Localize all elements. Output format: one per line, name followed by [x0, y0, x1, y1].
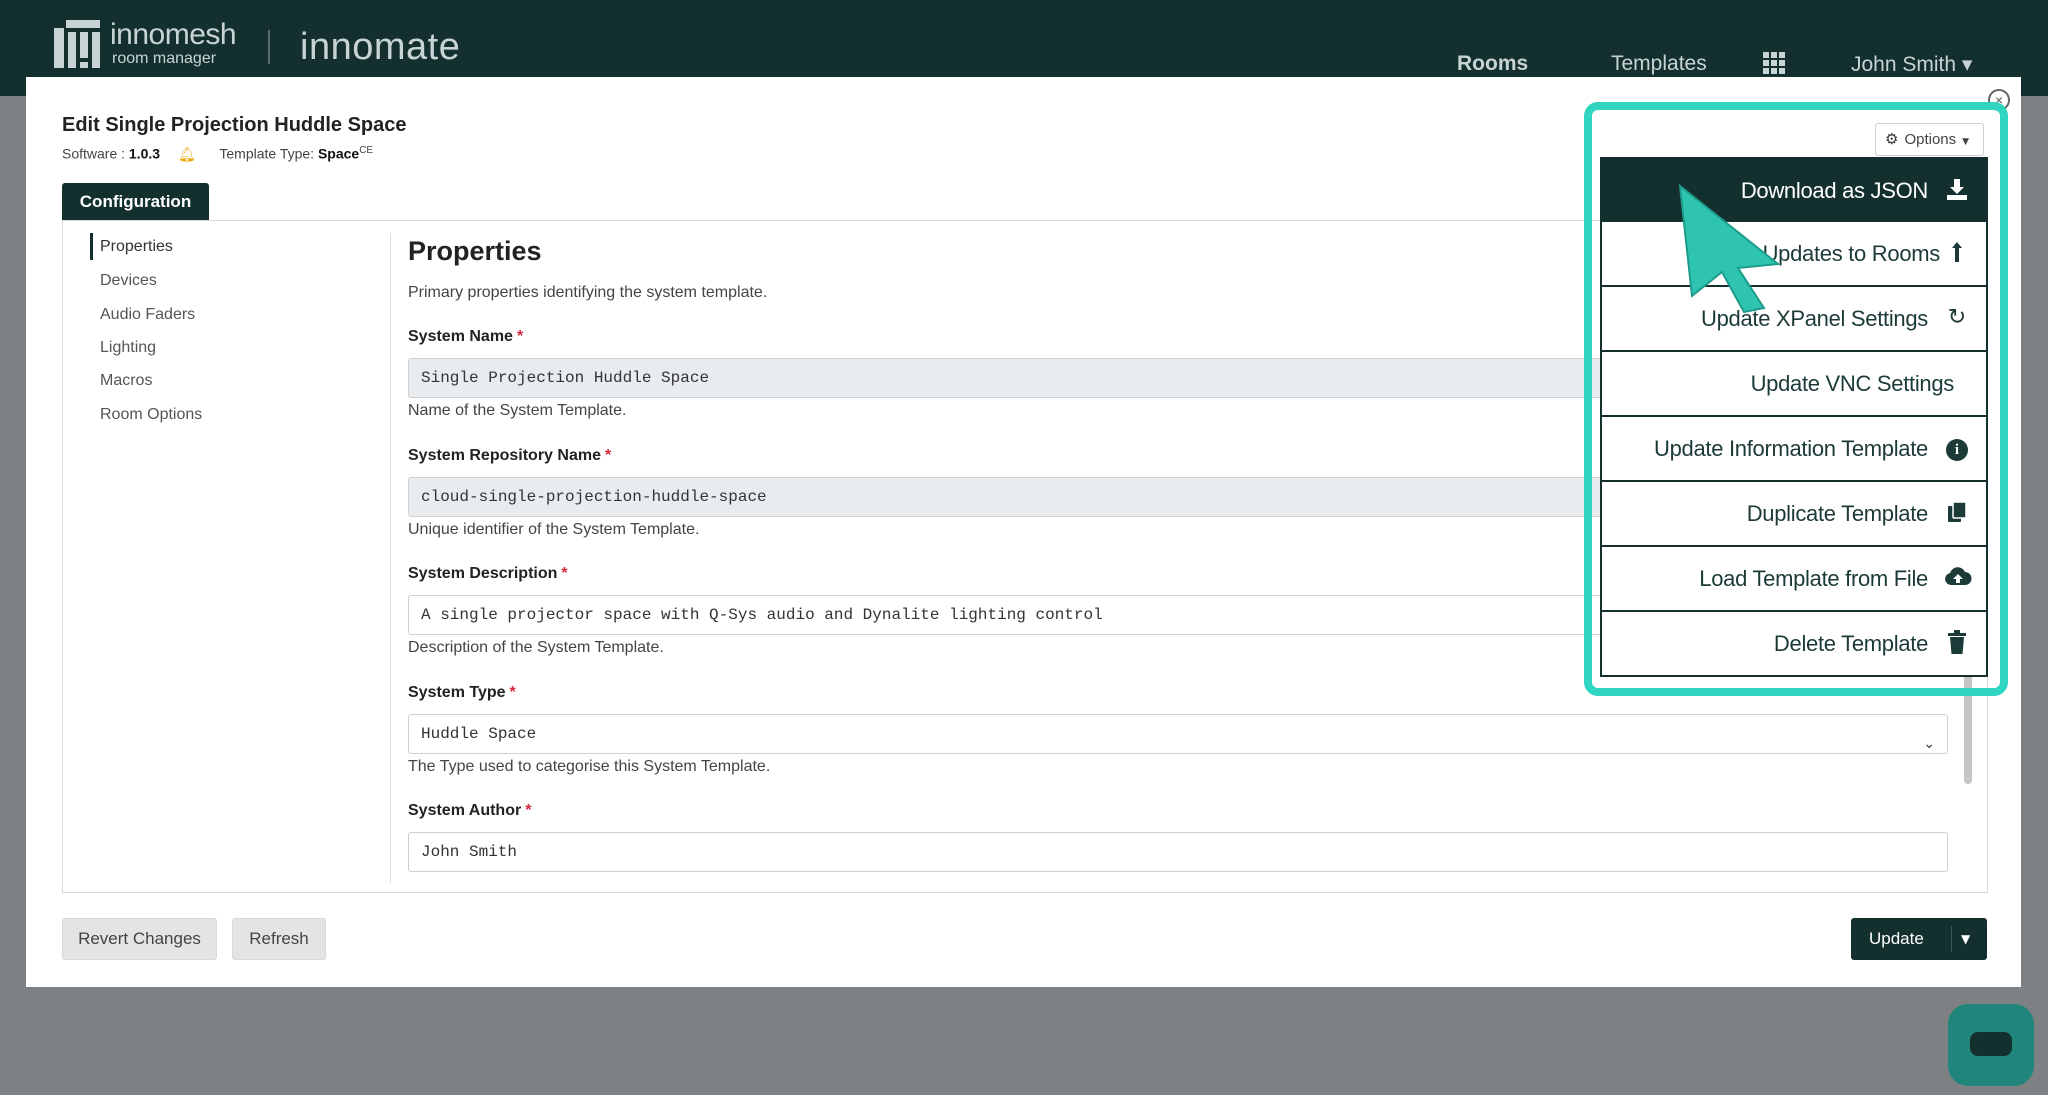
brand-name: innomesh — [110, 18, 237, 51]
repository-name-help: Unique identifier of the System Template… — [408, 521, 700, 538]
software-version: 1.0.3 — [128, 145, 161, 162]
brand-subtitle: room manager — [112, 50, 217, 67]
template-type-edition: CE — [359, 145, 374, 156]
system-type-select[interactable]: Huddle Space ⌄ — [408, 714, 1948, 754]
system-name-help: Name of the System Template. — [408, 402, 627, 419]
product-name: innomate — [300, 26, 461, 68]
system-author-field[interactable]: John Smith — [408, 832, 1948, 872]
apps-grid-icon[interactable] — [1763, 52, 1787, 74]
sidenav-divider — [390, 233, 391, 883]
revert-changes-button[interactable]: Revert Changes — [62, 918, 217, 960]
system-author-label: System Author * — [408, 802, 532, 819]
template-type-label: Template Type: — [219, 145, 315, 162]
sidebar-item-lighting[interactable]: Lighting — [100, 339, 156, 357]
nav-rooms[interactable]: Rooms — [1457, 52, 1528, 76]
system-type-label: System Type * — [408, 684, 516, 701]
update-split-divider — [1951, 926, 1952, 952]
innomesh-logo-mark-icon — [54, 20, 100, 68]
system-type-help: The Type used to categorise this System … — [408, 758, 771, 775]
update-button[interactable]: Update ▼ — [1851, 918, 1987, 960]
tab-configuration[interactable]: Configuration — [62, 183, 209, 221]
repository-name-label: System Repository Name * — [408, 447, 612, 464]
highlight-frame — [1584, 102, 2008, 696]
system-type-value: Huddle Space — [421, 725, 537, 743]
refresh-button[interactable]: Refresh — [232, 918, 326, 960]
sidebar-item-devices[interactable]: Devices — [100, 272, 157, 290]
innomesh-logo[interactable]: innomesh room manager — [54, 18, 237, 68]
chevron-down-icon: ⌄ — [1923, 736, 1935, 752]
chat-bubble-icon — [1970, 1032, 2012, 1056]
system-name-label: System Name * — [408, 328, 524, 345]
chat-button[interactable] — [1948, 1004, 2034, 1086]
sidebar-item-room-options[interactable]: Room Options — [100, 406, 202, 424]
system-description-label: System Description * — [408, 565, 568, 582]
sidebar-item-audio-faders[interactable]: Audio Faders — [100, 306, 195, 324]
update-dropdown-caret-icon[interactable]: ▼ — [1961, 918, 1970, 960]
section-heading: Properties — [408, 236, 542, 266]
update-button-label: Update — [1869, 929, 1924, 948]
section-description: Primary properties identifying the syste… — [408, 284, 768, 301]
nav-templates[interactable]: Templates — [1611, 52, 1707, 76]
sidebar-item-properties[interactable]: Properties — [100, 238, 173, 256]
pointer-cursor-icon — [1678, 184, 1781, 314]
template-type-value: Space — [317, 145, 360, 162]
template-meta: Software : 1.0.3 🔔︎ Template Type: Space… — [62, 145, 373, 163]
logo-divider — [268, 30, 270, 64]
sidebar-item-macros[interactable]: Macros — [100, 372, 152, 390]
sidenav-active-indicator — [90, 233, 93, 260]
modal-title: Edit Single Projection Huddle Space — [62, 114, 407, 136]
user-menu[interactable]: John Smith ▾ — [1851, 52, 1972, 77]
software-label: Software : — [62, 145, 126, 162]
bell-icon[interactable]: 🔔︎ — [178, 146, 196, 163]
system-description-help: Description of the System Template. — [408, 639, 664, 656]
